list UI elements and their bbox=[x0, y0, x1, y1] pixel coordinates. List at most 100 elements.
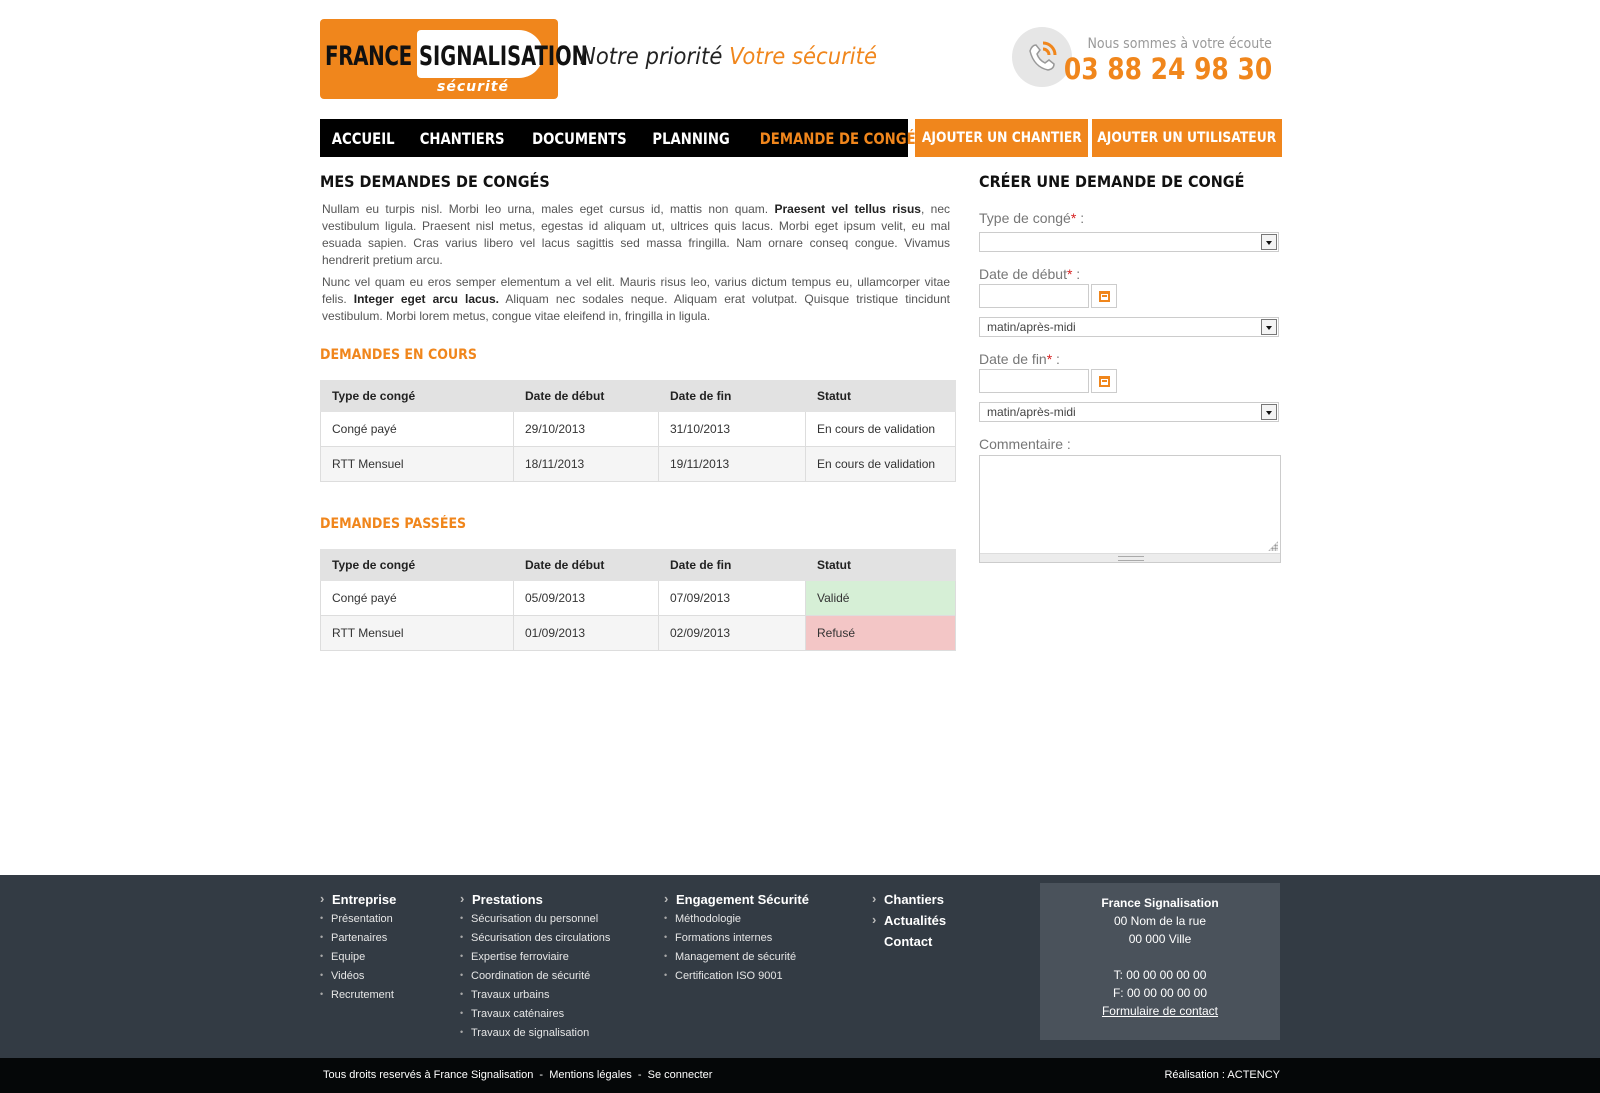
chevron-down-icon[interactable] bbox=[1261, 404, 1277, 420]
form-title: CRÉER UNE DEMANDE DE CONGÉ bbox=[979, 172, 1245, 191]
end-period-value: matin/après-midi bbox=[987, 405, 1076, 419]
footer-link[interactable]: Certification ISO 9001 bbox=[664, 970, 809, 989]
col-header-end: Date de fin bbox=[658, 380, 806, 412]
add-site-label: AJOUTER UN CHANTIER bbox=[921, 130, 1082, 146]
footer-link[interactable]: Sécurisation du personnel bbox=[460, 913, 610, 932]
nav-item-documents[interactable]: DOCUMENTS bbox=[532, 129, 627, 148]
start-label-text: Date de début bbox=[979, 266, 1067, 282]
logo[interactable]: FRANCE SIGNALISATION sécurité bbox=[320, 19, 588, 99]
resize-grip[interactable] bbox=[980, 553, 1280, 562]
street: 00 Nom de la rue bbox=[1113, 914, 1207, 928]
table-header-row: Type de congé Date de début Date de fin … bbox=[320, 549, 956, 581]
footer-link[interactable]: Travaux caténaires bbox=[460, 1008, 610, 1027]
footer-link[interactable]: Partenaires bbox=[320, 932, 396, 951]
cell-start: 05/09/2013 bbox=[513, 580, 659, 616]
footer-link[interactable]: Coordination de sécurité bbox=[460, 970, 610, 989]
end-label-text: Date de fin bbox=[979, 351, 1047, 367]
footer-col-links: Chantiers Actualités Contact bbox=[872, 891, 946, 955]
footer-link[interactable]: Présentation bbox=[320, 913, 396, 932]
cell-end: 19/11/2013 bbox=[658, 446, 806, 482]
phone-number[interactable]: 03 88 24 98 30 bbox=[1064, 52, 1272, 86]
footer-link[interactable]: Travaux urbains bbox=[460, 989, 610, 1008]
past-requests-table: Type de congé Date de début Date de fin … bbox=[320, 549, 956, 651]
add-user-label: AJOUTER UN UTILISATEUR bbox=[1097, 130, 1277, 146]
table-row[interactable]: Congé payé 29/10/2013 31/10/2013 En cour… bbox=[320, 411, 956, 447]
footer-col-entreprise: Entreprise Présentation Partenaires Equi… bbox=[320, 891, 396, 1008]
col-header-status: Statut bbox=[805, 549, 956, 581]
end-date-input[interactable] bbox=[979, 369, 1089, 393]
footer-link[interactable]: Travaux de signalisation bbox=[460, 1027, 610, 1046]
footer-link-chantiers[interactable]: Chantiers bbox=[872, 891, 946, 913]
label-suffix: : bbox=[1072, 266, 1081, 282]
comment-textarea[interactable] bbox=[979, 455, 1281, 563]
legal-links[interactable]: Tous droits reservés à France Signalisat… bbox=[323, 1069, 712, 1081]
footer-title[interactable]: Engagement Sécurité bbox=[664, 891, 809, 913]
nav-item-demande-conge[interactable]: DEMANDE DE CONGÉ bbox=[759, 129, 915, 148]
start-calendar-button[interactable] bbox=[1091, 284, 1117, 308]
start-period-select[interactable]: matin/après-midi bbox=[979, 317, 1279, 337]
listen-text: Nous sommes à votre écoute bbox=[1087, 36, 1272, 52]
table-header-row: Type de congé Date de début Date de fin … bbox=[320, 380, 956, 412]
footer-link[interactable]: Vidéos bbox=[320, 970, 396, 989]
cell-start: 18/11/2013 bbox=[513, 446, 659, 482]
table-row[interactable]: RTT Mensuel 01/09/2013 02/09/2013 Refusé bbox=[320, 615, 956, 651]
logo-word-signalisation: SIGNALISATION bbox=[419, 41, 588, 72]
cell-start: 29/10/2013 bbox=[513, 411, 659, 447]
end-calendar-button[interactable] bbox=[1091, 369, 1117, 393]
end-period-select[interactable]: matin/après-midi bbox=[979, 402, 1279, 422]
credits[interactable]: Réalisation : ACTENCY bbox=[1164, 1069, 1280, 1081]
telephone: T: 00 00 00 00 00 bbox=[1113, 968, 1207, 982]
footer-link[interactable]: Sécurisation des circulations bbox=[460, 932, 610, 951]
cell-status-validated: Validé bbox=[805, 580, 956, 616]
col-header-start: Date de début bbox=[513, 380, 659, 412]
nav-item-planning[interactable]: PLANNING bbox=[653, 129, 730, 148]
footer-link[interactable]: Méthodologie bbox=[664, 913, 809, 932]
nav-item-accueil[interactable]: ACCUEIL bbox=[332, 129, 395, 148]
add-user-button[interactable]: AJOUTER UN UTILISATEUR bbox=[1092, 119, 1282, 157]
intro-paragraph-2: Nunc vel quam eu eros semper elementum a… bbox=[322, 274, 950, 325]
type-label: Type de congé* : bbox=[979, 210, 1281, 226]
main-nav: ACCUEIL CHANTIERS DOCUMENTS PLANNING DEM… bbox=[320, 119, 1282, 157]
footer-title[interactable]: Prestations bbox=[460, 891, 610, 913]
current-requests-title: DEMANDES EN COURS bbox=[320, 347, 477, 363]
chevron-down-icon[interactable] bbox=[1261, 319, 1277, 335]
add-site-button[interactable]: AJOUTER UN CHANTIER bbox=[915, 119, 1088, 157]
contact-form-link[interactable]: Formulaire de contact bbox=[1040, 1002, 1280, 1020]
resize-handle-icon[interactable] bbox=[1268, 541, 1278, 551]
current-requests-table: Type de congé Date de début Date de fin … bbox=[320, 380, 956, 482]
past-requests-title: DEMANDES PASSÉES bbox=[320, 516, 467, 532]
start-date-input[interactable] bbox=[979, 284, 1089, 308]
cell-status: En cours de validation bbox=[805, 411, 956, 447]
footer-link[interactable]: Management de sécurité bbox=[664, 951, 809, 970]
footer-link[interactable]: Recrutement bbox=[320, 989, 396, 1008]
requests-column: MES DEMANDES DE CONGÉS Nullam eu turpis … bbox=[320, 172, 956, 651]
cell-end: 07/09/2013 bbox=[658, 580, 806, 616]
end-date-field bbox=[979, 369, 1117, 393]
table-row[interactable]: RTT Mensuel 18/11/2013 19/11/2013 En cou… bbox=[320, 446, 956, 482]
type-label-text: Type de congé bbox=[979, 210, 1071, 226]
start-label: Date de début* : bbox=[979, 266, 1281, 282]
calendar-icon bbox=[1099, 376, 1110, 387]
nav-item-chantiers[interactable]: CHANTIERS bbox=[420, 129, 505, 148]
page-title: MES DEMANDES DE CONGÉS bbox=[320, 172, 550, 191]
company-name: France Signalisation bbox=[1101, 896, 1219, 910]
header: FRANCE SIGNALISATION sécurité Notre prio… bbox=[320, 18, 1282, 100]
cell-end: 02/09/2013 bbox=[658, 615, 806, 651]
leave-type-select[interactable] bbox=[979, 232, 1279, 252]
end-label: Date de fin* : bbox=[979, 351, 1281, 367]
cell-end: 31/10/2013 bbox=[658, 411, 806, 447]
footer-title[interactable]: Entreprise bbox=[320, 891, 396, 913]
bottom-bar: Tous droits reservés à France Signalisat… bbox=[0, 1058, 1600, 1093]
footer-col-engagement: Engagement Sécurité Méthodologie Formati… bbox=[664, 891, 809, 989]
footer-link[interactable]: Equipe bbox=[320, 951, 396, 970]
tagline-part1: Notre priorité bbox=[580, 44, 723, 70]
table-row[interactable]: Congé payé 05/09/2013 07/09/2013 Validé bbox=[320, 580, 956, 616]
footer-link[interactable]: Formations internes bbox=[664, 932, 809, 951]
footer-link[interactable]: Expertise ferroviaire bbox=[460, 951, 610, 970]
footer-link-contact[interactable]: Contact bbox=[872, 934, 946, 955]
chevron-down-icon[interactable] bbox=[1261, 234, 1277, 250]
city: 00 000 Ville bbox=[1128, 932, 1192, 946]
tagline: Notre priorité Votre sécurité bbox=[580, 44, 877, 70]
footer-link-actualites[interactable]: Actualités bbox=[872, 912, 946, 934]
col-header-type: Type de congé bbox=[320, 549, 514, 581]
